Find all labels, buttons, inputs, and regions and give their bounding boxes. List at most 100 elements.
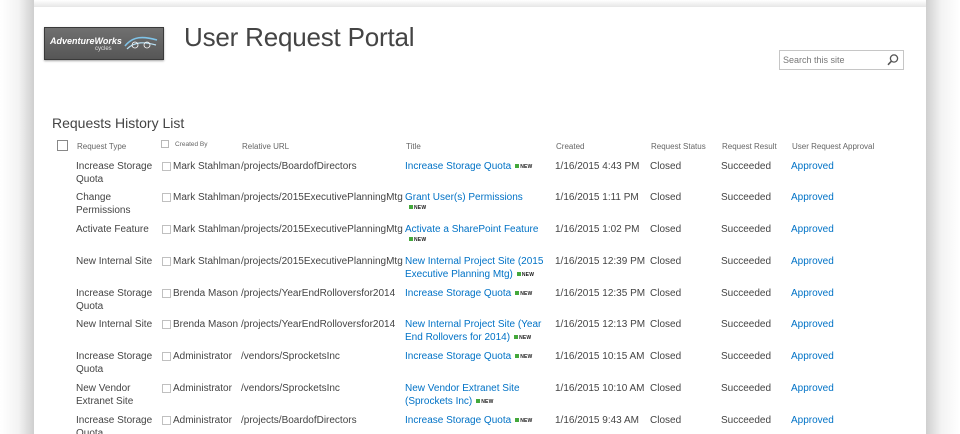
row-select-checkbox[interactable] [162, 257, 171, 266]
created-cell: 1/16/2015 4:43 PM [555, 161, 640, 172]
approval-link[interactable]: Approved [791, 288, 834, 299]
approval-link[interactable]: Approved [791, 319, 834, 330]
title-cell: New Vendor Extranet Site (Sprockets Inc)… [405, 382, 547, 409]
created-cell: 1/16/2015 10:15 AM [555, 351, 645, 362]
column-header-request-status[interactable]: Request Status [651, 142, 706, 151]
approval-link[interactable]: Approved [791, 351, 834, 362]
title-link[interactable]: Activate a SharePoint Feature [405, 224, 538, 235]
select-all-checkbox[interactable] [57, 140, 68, 151]
created-cell: 1/16/2015 9:43 AM [555, 415, 639, 426]
relative-url-cell: /projects/BoardofDirectors [241, 415, 357, 426]
approval-link[interactable]: Approved [791, 161, 834, 172]
created-cell: 1/16/2015 1:02 PM [555, 224, 640, 235]
row-select-checkbox[interactable] [162, 352, 171, 361]
title-cell: Increase Storage Quota NEW [405, 414, 547, 428]
column-header-title[interactable]: Title [406, 142, 421, 151]
column-header-created-by[interactable]: Created By [175, 141, 208, 148]
row-select-checkbox[interactable] [162, 225, 171, 234]
request-type-cell: Increase Storage Quota [76, 161, 153, 185]
approval-cell: Approved [791, 350, 834, 363]
created-cell: 1/16/2015 1:11 PM [555, 192, 639, 203]
list-title[interactable]: Requests History List [52, 115, 184, 131]
row-select-checkbox[interactable] [162, 289, 171, 298]
column-header-request-result[interactable]: Request Result [722, 142, 777, 151]
relative-url-cell: /vendors/SprocketsInc [241, 383, 340, 394]
row-select-checkbox[interactable] [162, 416, 171, 425]
title-cell: Grant User(s) Permissions NEW [405, 191, 547, 212]
new-icon [515, 291, 520, 295]
column-header-relative-url[interactable]: Relative URL [242, 142, 289, 151]
title-cell: Increase Storage Quota NEW [405, 160, 547, 174]
new-badge: NEW [515, 351, 532, 364]
request-type-cell: Change Permissions [76, 192, 131, 216]
page-edge-right [926, 0, 960, 434]
page-edge-top [34, 0, 926, 7]
relative-url-cell: /projects/2015ExecutivePlanningMtg [241, 192, 403, 203]
title-link[interactable]: New Vendor Extranet Site (Sprockets Inc) [405, 383, 520, 407]
approval-cell: Approved [791, 160, 834, 173]
new-icon [515, 354, 520, 358]
created-cell: 1/16/2015 12:35 PM [555, 288, 646, 299]
approval-link[interactable]: Approved [791, 256, 834, 267]
bicycle-swoosh-icon [124, 36, 158, 50]
new-badge: NEW [514, 332, 531, 345]
approval-link[interactable]: Approved [791, 192, 834, 203]
title-link[interactable]: Increase Storage Quota [405, 351, 511, 362]
new-label: NEW [520, 291, 533, 297]
row-select-checkbox[interactable] [162, 384, 171, 393]
status-cell: Closed [650, 319, 682, 330]
relative-url-cell: /projects/2015ExecutivePlanningMtg [241, 256, 403, 267]
logo-name: AdventureWorks [50, 36, 122, 46]
created-by-cell: Mark Stahlman [173, 192, 241, 203]
column-header-user-request-approval[interactable]: User Request Approval [792, 142, 874, 151]
title-link[interactable]: Grant User(s) Permissions [405, 192, 523, 203]
site-logo[interactable]: AdventureWorks cycles [44, 27, 164, 60]
new-icon [476, 399, 481, 403]
new-label: NEW [521, 272, 535, 278]
status-cell: Closed [650, 415, 682, 426]
status-cell: Closed [650, 383, 682, 394]
relative-url-cell: /projects/YearEndRolloversfor2014 [241, 319, 396, 330]
column-header-request-type[interactable]: Request Type [77, 142, 126, 151]
created-by-cell: Mark Stahlman [173, 224, 241, 235]
status-cell: Closed [650, 224, 682, 235]
approval-link[interactable]: Approved [791, 224, 834, 235]
new-label: NEW [519, 335, 532, 341]
row-select-checkbox[interactable] [162, 320, 171, 329]
created-by-header-checkbox [161, 140, 169, 148]
row-select-checkbox[interactable] [162, 193, 171, 202]
approval-cell: Approved [791, 287, 834, 300]
created-by-cell: Brenda Mason [173, 319, 239, 330]
approval-link[interactable]: Approved [791, 383, 834, 394]
title-link[interactable]: Increase Storage Quota [405, 415, 511, 426]
result-cell: Succeeded [721, 351, 772, 362]
page-edge-left [0, 0, 34, 434]
list-header-row: Request Type Created By Relative URL Tit… [34, 140, 926, 154]
request-type-cell: Increase Storage Quota [76, 415, 153, 434]
approval-cell: Approved [791, 414, 834, 427]
new-label: NEW [414, 205, 427, 211]
title-link[interactable]: Increase Storage Quota [405, 288, 511, 299]
status-cell: Closed [650, 288, 682, 299]
page-title: User Request Portal [184, 22, 415, 52]
search-input[interactable] [783, 53, 883, 66]
relative-url-cell: /projects/YearEndRolloversfor2014 [241, 288, 396, 299]
result-cell: Succeeded [721, 161, 772, 172]
request-type-cell: New Internal Site [76, 256, 153, 267]
status-cell: Closed [650, 161, 682, 172]
approval-link[interactable]: Approved [791, 415, 834, 426]
search-button[interactable] [886, 53, 900, 67]
title-cell: Increase Storage Quota NEW [405, 350, 547, 364]
column-header-created[interactable]: Created [556, 142, 584, 151]
title-link[interactable]: Increase Storage Quota [405, 161, 511, 172]
created-by-cell: Administrator [173, 351, 232, 362]
result-cell: Succeeded [721, 383, 772, 394]
relative-url-cell: /projects/BoardofDirectors [241, 161, 357, 172]
row-select-checkbox[interactable] [162, 162, 171, 171]
approval-cell: Approved [791, 382, 834, 395]
result-cell: Succeeded [721, 415, 772, 426]
created-by-cell: Administrator [173, 415, 232, 426]
result-cell: Succeeded [721, 224, 772, 235]
status-cell: Closed [650, 192, 682, 203]
new-badge: NEW [409, 205, 547, 212]
